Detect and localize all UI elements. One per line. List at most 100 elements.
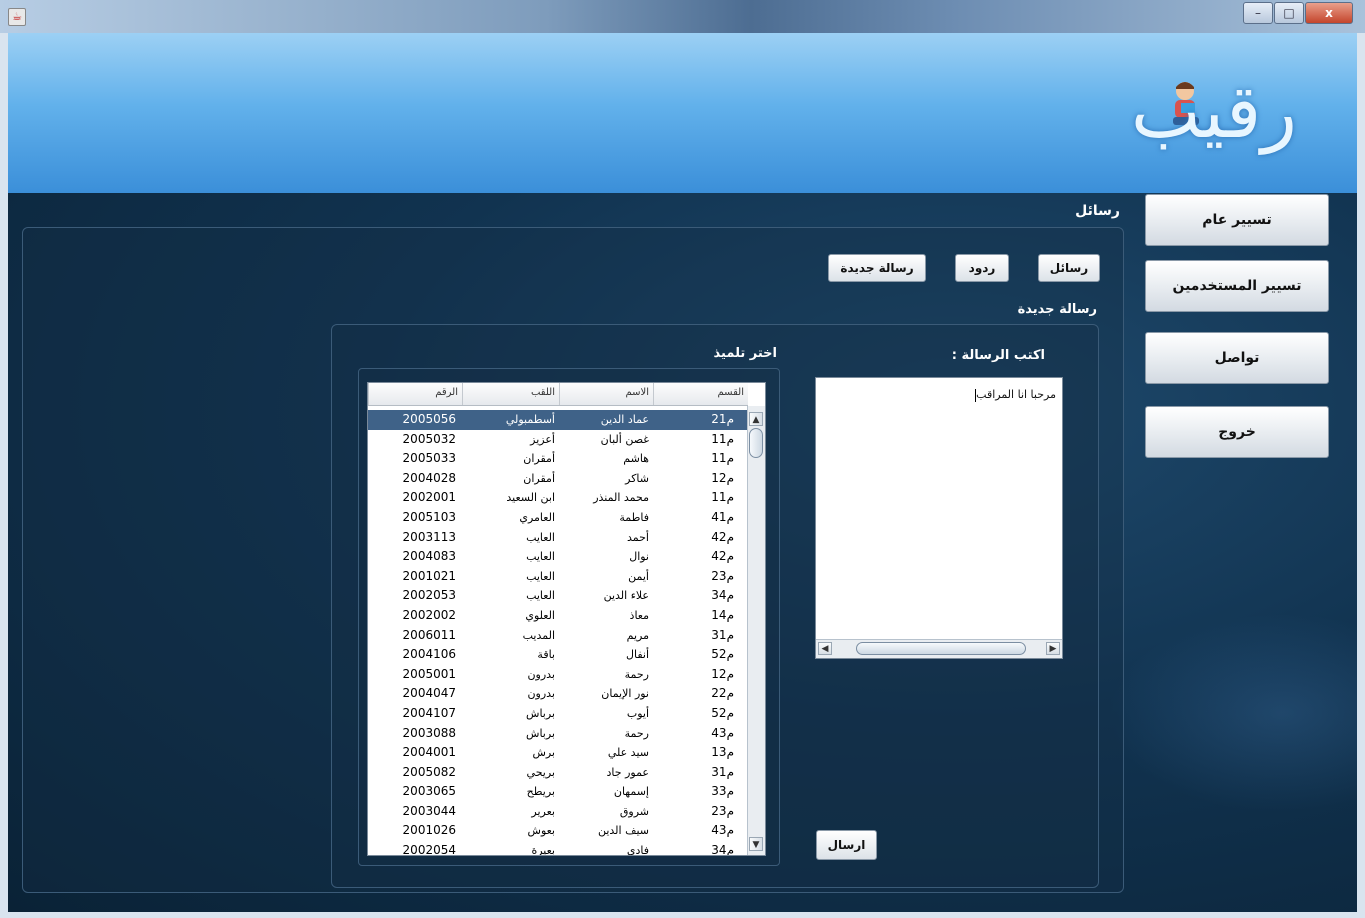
table-row[interactable]: 1م4 معاذ العلوي 2002002 [368, 606, 748, 626]
horizontal-scroll-thumb[interactable] [856, 642, 1026, 655]
cell-class: 3م4 [711, 588, 734, 603]
maximize-button[interactable]: □ [1274, 2, 1304, 24]
column-header-class[interactable]: القسم [653, 383, 748, 405]
table-row[interactable]: 4م3 سيف الدين بعوش 2001026 [368, 821, 748, 841]
app-window: ☕ – □ x رقيب تسيير عام تسيير المستخدمين … [0, 0, 1365, 918]
window-controls: – □ x [1242, 2, 1353, 24]
cell-surname: برباش [526, 726, 555, 740]
cell-name: نوال [629, 550, 649, 564]
table-row[interactable]: 4م2 نوال العايب 2004083 [368, 547, 748, 567]
cell-number: 2001026 [402, 823, 456, 838]
cell-number: 2003044 [402, 803, 456, 818]
table-vertical-scrollbar[interactable]: ▲ ▼ [747, 406, 765, 855]
cell-class: 4م2 [711, 549, 734, 564]
table-row[interactable]: 5م2 أيوب برباش 2004107 [368, 704, 748, 724]
table-row[interactable]: 1م2 رحمة بدرون 2005001 [368, 665, 748, 685]
cell-number: 2003065 [402, 784, 456, 799]
table-body: 2م1 عماد الدين أسطمبولي 2005056 1م1 غصن ألبان… [368, 410, 748, 855]
table-header: القسم الاسم اللقب الرقم [368, 383, 748, 406]
table-row[interactable]: 4م2 أحمد العايب 2003113 [368, 528, 748, 548]
table-row[interactable]: 3م1 مريم المديب 2006011 [368, 626, 748, 646]
table-row[interactable]: 3م1 عمور جاد بريحي 2005082 [368, 763, 748, 783]
cell-number: 2005056 [402, 412, 456, 426]
table-row[interactable]: 1م2 شاكر أمقران 2004028 [368, 469, 748, 489]
messages-section-title: رسائل [1075, 203, 1120, 219]
table-row[interactable]: 1م3 سيد علي برش 2004001 [368, 743, 748, 763]
scroll-right-arrow-icon[interactable]: ▶ [1046, 642, 1060, 655]
cell-class: 4م3 [711, 823, 734, 838]
cell-surname: أمقران [523, 452, 555, 466]
scroll-up-arrow-icon[interactable]: ▲ [749, 412, 763, 426]
table-row[interactable]: 4م3 رحمة برباش 2003088 [368, 724, 748, 744]
nav-user-management-button[interactable]: تسيير المستخدمين [1145, 260, 1329, 312]
title-bar[interactable]: ☕ – □ x [0, 0, 1365, 33]
cell-number: 2004083 [402, 549, 456, 564]
cell-number: 2002002 [402, 607, 456, 622]
cell-class: 1م4 [711, 607, 734, 622]
nav-general-management-button[interactable]: تسيير عام [1145, 194, 1329, 246]
message-textarea[interactable]: مرحبا انا المراقب ◀ ▶ [815, 377, 1063, 659]
table-row[interactable]: 2م3 أيمن العايب 2001021 [368, 567, 748, 587]
cell-surname: برش [532, 746, 555, 760]
cell-class: 1م1 [711, 490, 734, 505]
table-row[interactable]: 3م4 علاء الدين العايب 2002053 [368, 586, 748, 606]
column-header-number[interactable]: الرقم [368, 383, 462, 405]
textarea-horizontal-scrollbar[interactable]: ◀ ▶ [816, 639, 1062, 658]
cell-class: 2م3 [711, 803, 734, 818]
new-message-tab-button[interactable]: رسالة جديدة [828, 254, 926, 282]
cell-class: 1م1 [711, 451, 734, 466]
cell-surname: أعزيز [530, 432, 555, 446]
cell-number: 2004028 [402, 470, 456, 485]
cell-class: 4م2 [711, 529, 734, 544]
replies-tab-button[interactable]: ردود [955, 254, 1009, 282]
table-row[interactable]: 3م4 فادي بعيرة 2002054 [368, 841, 748, 855]
cell-number: 2003088 [402, 725, 456, 740]
column-header-name[interactable]: الاسم [559, 383, 653, 405]
table-row[interactable]: 1م1 غصن ألبان أعزيز 2005032 [368, 430, 748, 450]
cell-class: 4م3 [711, 725, 734, 740]
cell-number: 2004047 [402, 686, 456, 701]
table-row[interactable]: 1م1 محمد المنذر ابن السعيد 2002001 [368, 488, 748, 508]
nav-communication-button[interactable]: تواصل [1145, 332, 1329, 384]
cell-surname: برباش [526, 706, 555, 720]
table-row[interactable]: 2م1 عماد الدين أسطمبولي 2005056 [368, 410, 748, 430]
cell-surname: العامري [519, 510, 555, 524]
table-row[interactable]: 3م3 إسمهان بريطح 2003065 [368, 782, 748, 802]
table-row[interactable]: 4م1 فاطمة العامري 2005103 [368, 508, 748, 528]
cell-class: 5م2 [711, 705, 734, 720]
cell-surname: أمقران [523, 471, 555, 485]
cell-number: 2005033 [402, 451, 456, 466]
cell-number: 2002001 [402, 490, 456, 505]
cell-number: 2005082 [402, 764, 456, 779]
cell-number: 2004107 [402, 705, 456, 720]
app-logo: رقيب [1130, 69, 1297, 155]
messages-tab-button[interactable]: رسائل [1038, 254, 1100, 282]
cell-name: محمد المنذر [593, 491, 649, 505]
cell-surname: العايب [526, 589, 555, 603]
scroll-down-arrow-icon[interactable]: ▼ [749, 837, 763, 851]
cell-name: رحمة [624, 667, 649, 681]
cell-name: نور الإيمان [601, 687, 649, 701]
cell-class: 1م1 [711, 431, 734, 446]
cell-name: سيد علي [607, 746, 649, 760]
table-row[interactable]: 2م2 نور الإيمان بدرون 2004047 [368, 684, 748, 704]
table-row[interactable]: 1م1 هاشم أمقران 2005033 [368, 449, 748, 469]
cell-name: مريم [626, 628, 649, 642]
cell-number: 2005001 [402, 666, 456, 681]
vertical-scroll-thumb[interactable] [749, 428, 763, 458]
cell-surname: العلوي [525, 608, 555, 622]
message-text: مرحبا انا المراقب [976, 388, 1056, 401]
cell-class: 1م2 [711, 666, 734, 681]
minimize-button[interactable]: – [1243, 2, 1273, 24]
close-button[interactable]: x [1305, 2, 1353, 24]
column-header-surname[interactable]: اللقب [462, 383, 559, 405]
table-row[interactable]: 5م2 أنفال باقة 2004106 [368, 645, 748, 665]
students-table[interactable]: القسم الاسم اللقب الرقم 2م1 عماد الدين أسط… [367, 382, 766, 856]
cell-surname: العايب [526, 530, 555, 544]
cell-surname: بعرير [531, 804, 555, 818]
new-message-title: رسالة جديدة [1017, 302, 1097, 317]
scroll-left-arrow-icon[interactable]: ◀ [818, 642, 832, 655]
table-row[interactable]: 2م3 شروق بعرير 2003044 [368, 802, 748, 822]
nav-exit-button[interactable]: خروج [1145, 406, 1329, 458]
send-button[interactable]: ارسال [816, 830, 877, 860]
